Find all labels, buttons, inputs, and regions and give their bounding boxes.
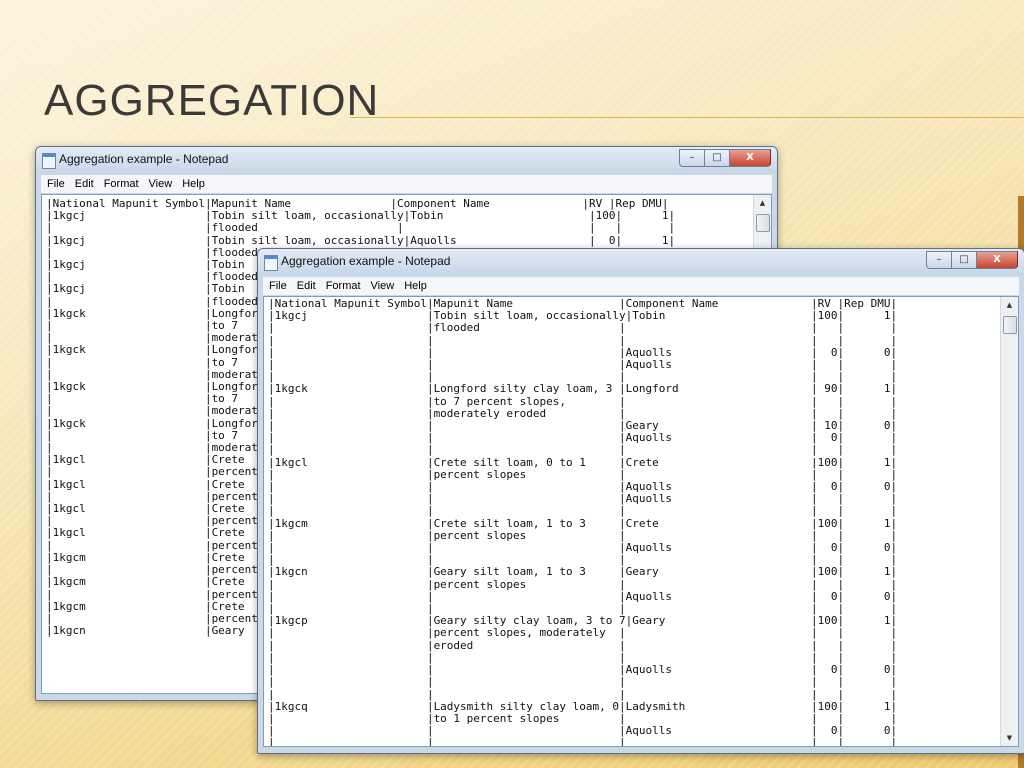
maximize-button[interactable]: □	[951, 251, 976, 269]
scroll-down-icon[interactable]: ▼	[1001, 730, 1018, 746]
vertical-scrollbar[interactable]: ▲ ▼	[1000, 297, 1018, 746]
menu-bar: File Edit Format View Help	[263, 277, 1019, 295]
notepad-icon	[264, 255, 278, 271]
slide-title: AGGREGATION	[44, 76, 380, 125]
scroll-thumb[interactable]	[756, 214, 770, 232]
scroll-up-icon[interactable]: ▲	[1001, 297, 1018, 313]
menu-format[interactable]: Format	[326, 280, 361, 292]
menu-help[interactable]: Help	[404, 280, 427, 292]
menu-format[interactable]: Format	[104, 178, 139, 190]
window-title: Aggregation example - Notepad	[59, 152, 229, 166]
document-text: |National Mapunit Symbol|Mapunit Name |C…	[268, 297, 898, 746]
scroll-thumb[interactable]	[1003, 316, 1017, 334]
minimize-button[interactable]: –	[679, 149, 704, 167]
menu-file[interactable]: File	[47, 178, 65, 190]
minimize-button[interactable]: –	[926, 251, 951, 269]
menu-help[interactable]: Help	[182, 178, 205, 190]
menu-bar: File Edit Format View Help	[41, 175, 772, 193]
menu-view[interactable]: View	[149, 178, 173, 190]
close-button[interactable]: X	[976, 251, 1018, 269]
close-button[interactable]: X	[729, 149, 771, 167]
window-title: Aggregation example - Notepad	[281, 254, 451, 268]
notepad-icon	[42, 153, 56, 169]
maximize-button[interactable]: □	[704, 149, 729, 167]
editor-client: |National Mapunit Symbol|Mapunit Name |C…	[263, 296, 1019, 747]
scroll-up-icon[interactable]: ▲	[754, 195, 771, 211]
title-rule	[350, 117, 1024, 118]
title-bar[interactable]: Aggregation example - Notepad – □ X	[258, 249, 1024, 275]
menu-view[interactable]: View	[371, 280, 395, 292]
text-area[interactable]: |National Mapunit Symbol|Mapunit Name |C…	[264, 297, 1000, 746]
notepad-window-front[interactable]: Aggregation example - Notepad – □ X File…	[257, 248, 1024, 754]
window-controls: – □ X	[926, 251, 1018, 269]
title-bar[interactable]: Aggregation example - Notepad – □ X	[36, 147, 777, 173]
menu-edit[interactable]: Edit	[297, 280, 316, 292]
menu-edit[interactable]: Edit	[75, 178, 94, 190]
menu-file[interactable]: File	[269, 280, 287, 292]
window-controls: – □ X	[679, 149, 771, 167]
